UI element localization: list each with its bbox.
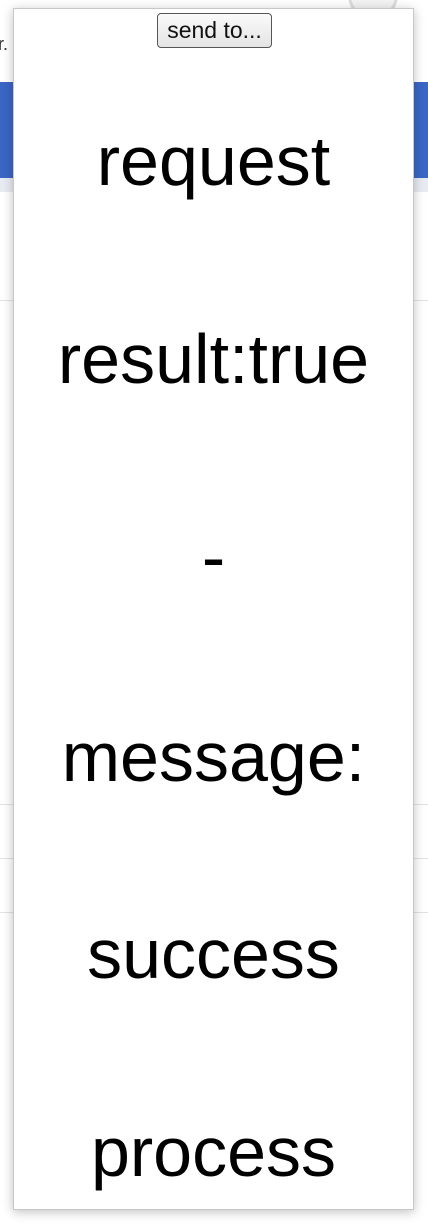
send-to-button[interactable]: send to... <box>157 13 272 48</box>
background-left-text: r. <box>0 34 9 54</box>
output-line-separator: - <box>201 518 226 596</box>
output-line-success: success <box>87 915 340 993</box>
output-line-result: result:true <box>57 320 370 398</box>
extension-popup: send to... request result:true - message… <box>13 8 414 1210</box>
output-line-message: message: <box>61 718 366 796</box>
output-line-process: process <box>90 1113 337 1191</box>
background-header-text: 数 <box>416 206 428 227</box>
output-line-request: request <box>96 122 331 200</box>
